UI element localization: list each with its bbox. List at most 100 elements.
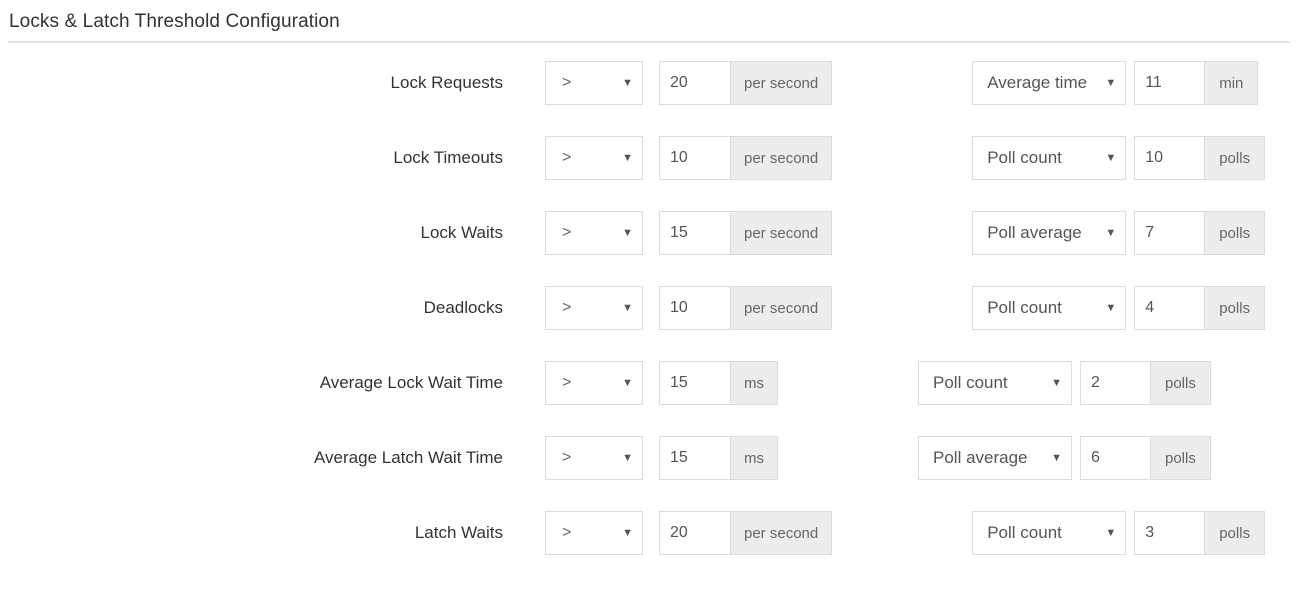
- duration-value-group: polls: [1134, 136, 1266, 180]
- threshold-value-input[interactable]: [659, 211, 730, 255]
- operator-select-value: >: [562, 524, 572, 541]
- threshold-value-group: ms: [659, 361, 778, 405]
- threshold-row-label: Average Lock Wait Time: [319, 373, 503, 392]
- chevron-down-icon: ▼: [1051, 376, 1062, 389]
- duration-type-value: Poll count: [987, 523, 1062, 542]
- threshold-value-group: per second: [659, 511, 833, 555]
- threshold-value-group: ms: [659, 436, 778, 480]
- threshold-value-input[interactable]: [659, 361, 730, 405]
- threshold-value-input[interactable]: [659, 436, 730, 480]
- threshold-row: Lock Waits>▼per secondPoll average▼polls: [0, 211, 1298, 255]
- chevron-down-icon: ▼: [1105, 226, 1117, 239]
- duration-type-select[interactable]: Poll count ▼: [972, 511, 1127, 555]
- duration-block: Poll average ▼ polls: [972, 211, 1266, 255]
- chevron-down-icon: ▼: [1105, 526, 1117, 539]
- threshold-row: Lock Timeouts>▼per secondPoll count▼poll…: [0, 136, 1298, 180]
- threshold-row-label: Average Latch Wait Time: [314, 448, 503, 467]
- threshold-value-input[interactable]: [659, 136, 730, 180]
- duration-block: Poll count ▼ polls: [972, 136, 1266, 180]
- duration-value-group: polls: [1134, 511, 1266, 555]
- threshold-value-group: per second: [659, 211, 833, 255]
- duration-type-value: Poll average: [987, 223, 1082, 242]
- duration-type-select[interactable]: Poll average ▼: [972, 211, 1127, 255]
- chevron-down-icon: ▼: [1105, 76, 1117, 89]
- threshold-value-unit: per second: [730, 511, 833, 555]
- duration-type-select[interactable]: Average time ▼: [972, 61, 1127, 105]
- duration-block: Average time ▼ min: [972, 61, 1259, 105]
- duration-type-value: Average time: [987, 73, 1088, 92]
- operator-select-value: >: [562, 224, 572, 241]
- threshold-row-label: Lock Waits: [420, 223, 503, 242]
- duration-type-select[interactable]: Poll count ▼: [918, 361, 1072, 405]
- chevron-down-icon: ▼: [1105, 301, 1117, 314]
- threshold-row: Lock Requests>▼per secondAverage time▼mi…: [0, 61, 1298, 105]
- chevron-down-icon: ▼: [1051, 451, 1062, 464]
- duration-type-value: Poll average: [933, 448, 1028, 467]
- chevron-down-icon: ▼: [622, 376, 633, 389]
- operator-select-value: >: [562, 149, 572, 166]
- duration-value-input[interactable]: [1134, 136, 1205, 180]
- threshold-row: Average Lock Wait Time>▼msPoll count▼pol…: [0, 361, 1298, 405]
- operator-select[interactable]: > ▼: [545, 436, 643, 480]
- duration-value-unit: polls: [1150, 436, 1211, 480]
- duration-value-group: polls: [1134, 211, 1266, 255]
- duration-block: Poll average ▼ polls: [918, 436, 1211, 480]
- threshold-value-unit: per second: [730, 136, 833, 180]
- duration-value-input[interactable]: [1080, 361, 1150, 405]
- threshold-value-input[interactable]: [659, 511, 730, 555]
- duration-value-unit: polls: [1204, 511, 1266, 555]
- threshold-value-input[interactable]: [659, 286, 730, 330]
- duration-block: Poll count ▼ polls: [918, 361, 1211, 405]
- threshold-value-group: per second: [659, 61, 833, 105]
- threshold-row-label: Latch Waits: [414, 523, 503, 542]
- duration-value-input[interactable]: [1134, 286, 1205, 330]
- duration-value-unit: polls: [1150, 361, 1211, 405]
- threshold-value-unit: ms: [730, 361, 778, 405]
- operator-select-value: >: [562, 74, 572, 91]
- duration-value-input[interactable]: [1134, 61, 1205, 105]
- duration-value-unit: polls: [1204, 136, 1266, 180]
- threshold-row-label: Lock Timeouts: [393, 148, 503, 167]
- duration-value-input[interactable]: [1134, 511, 1205, 555]
- duration-value-group: polls: [1080, 361, 1211, 405]
- threshold-row-label: Deadlocks: [423, 298, 503, 317]
- operator-select[interactable]: > ▼: [545, 136, 643, 180]
- threshold-row: Latch Waits>▼per secondPoll count▼polls: [0, 511, 1298, 555]
- threshold-row: Deadlocks>▼per secondPoll count▼polls: [0, 286, 1298, 330]
- chevron-down-icon: ▼: [622, 301, 633, 314]
- operator-select[interactable]: > ▼: [545, 211, 643, 255]
- duration-value-input[interactable]: [1134, 211, 1205, 255]
- duration-value-input[interactable]: [1080, 436, 1150, 480]
- duration-value-unit: min: [1204, 61, 1259, 105]
- operator-select[interactable]: > ▼: [545, 286, 643, 330]
- duration-value-group: polls: [1134, 286, 1266, 330]
- chevron-down-icon: ▼: [622, 151, 633, 164]
- operator-select-value: >: [562, 299, 572, 316]
- threshold-value-input[interactable]: [659, 61, 730, 105]
- duration-type-select[interactable]: Poll count ▼: [972, 136, 1127, 180]
- duration-block: Poll count ▼ polls: [972, 286, 1266, 330]
- duration-value-group: polls: [1080, 436, 1211, 480]
- chevron-down-icon: ▼: [622, 226, 633, 239]
- duration-type-value: Poll count: [987, 298, 1062, 317]
- threshold-value-unit: per second: [730, 286, 833, 330]
- chevron-down-icon: ▼: [1105, 151, 1117, 164]
- threshold-value-group: per second: [659, 286, 833, 330]
- operator-select-value: >: [562, 374, 572, 391]
- duration-type-select[interactable]: Poll average ▼: [918, 436, 1072, 480]
- threshold-row-label: Lock Requests: [390, 73, 503, 92]
- operator-select[interactable]: > ▼: [545, 61, 643, 105]
- threshold-row: Average Latch Wait Time >▼ ms Poll average ▼…: [0, 436, 1298, 480]
- operator-select[interactable]: > ▼: [545, 361, 643, 405]
- duration-block: Poll count ▼ polls: [972, 511, 1266, 555]
- operator-select[interactable]: > ▼: [545, 511, 643, 555]
- chevron-down-icon: ▼: [622, 76, 633, 89]
- duration-type-select[interactable]: Poll count ▼: [972, 286, 1127, 330]
- page-title: Locks & Latch Threshold Configuration: [9, 11, 340, 32]
- duration-type-value: Poll count: [987, 148, 1062, 167]
- duration-value-group: min: [1134, 61, 1259, 105]
- chevron-down-icon: ▼: [622, 526, 633, 539]
- duration-value-unit: polls: [1204, 286, 1266, 330]
- threshold-rows-container: Lock Requests>▼per secondAverage time▼mi…: [0, 43, 1298, 555]
- duration-type-value: Poll count: [933, 373, 1008, 392]
